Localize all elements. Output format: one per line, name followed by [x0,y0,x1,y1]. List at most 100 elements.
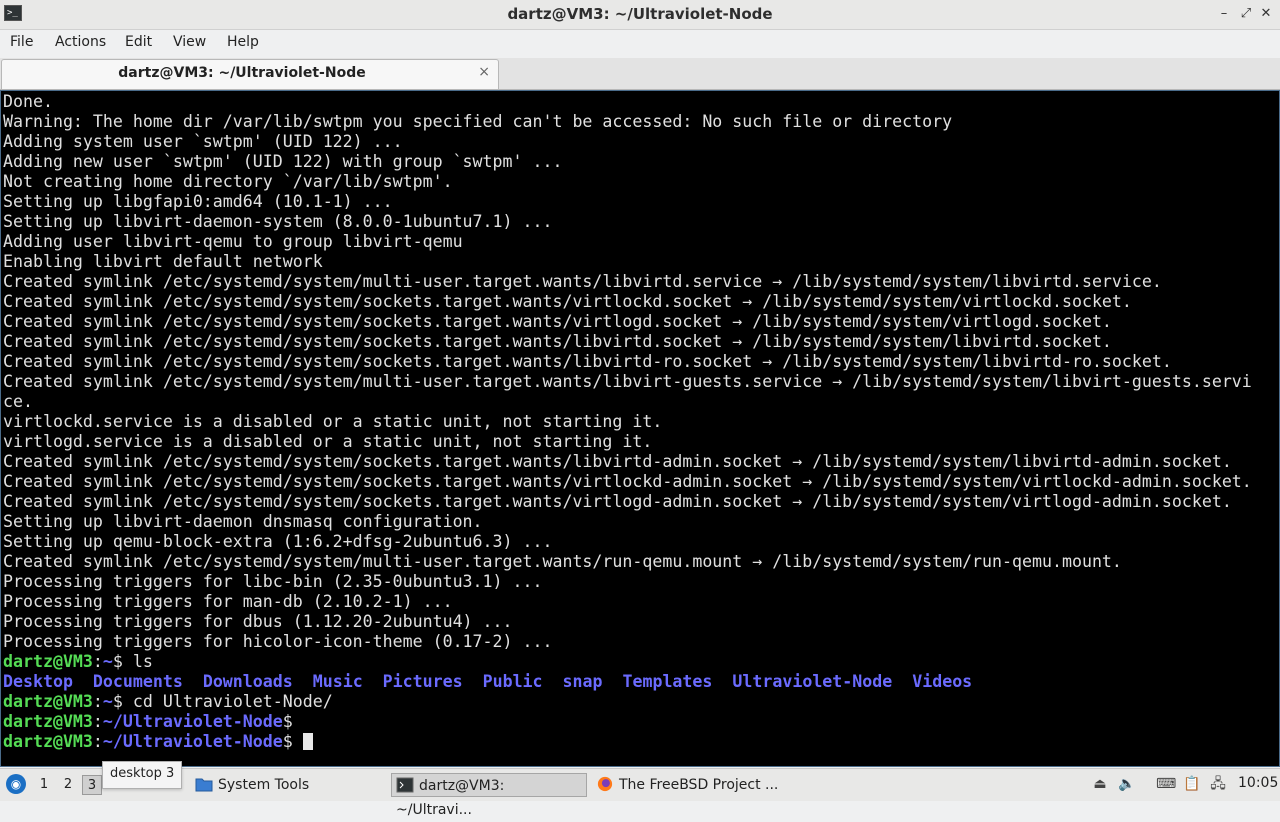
terminal-line: Adding new user `swtpm' (UID 122) with g… [3,152,563,171]
workspace-2[interactable]: 2 [58,775,78,795]
directory-entry: Documents [92,672,183,691]
directory-entry: Music [312,672,363,691]
menu-view[interactable]: View [173,34,206,50]
prompt-command: ls [122,652,153,671]
prompt-path: ~ [102,692,113,711]
terminal-line: Setting up libvirt-daemon-system (8.0.0-… [3,212,553,231]
terminal-line: Created symlink /etc/systemd/system/mult… [3,372,1252,391]
clipboard-icon[interactable]: 📋 [1183,775,1201,793]
prompt-line: dartz@VM3:~/Ultraviolet-Node$ [3,732,1273,752]
prompt-user: dartz@VM3 [3,732,93,751]
terminal-line: Processing triggers for man-db (2.10.2-1… [3,592,453,611]
folder-icon [195,778,213,792]
keyboard-icon[interactable]: ⌨ [1156,775,1176,793]
minimize-icon[interactable]: – [1216,6,1232,22]
workspace-3[interactable]: 3 [82,775,102,795]
tab-bar: dartz@VM3: ~/Ultraviolet-Node × [0,58,1280,90]
terminal-line: Created symlink /etc/systemd/system/sock… [3,472,1252,491]
prompt-command: cd Ultraviolet-Node/ [122,692,333,711]
prompt-separator: : [92,692,103,711]
terminal-line: ce. [3,392,33,411]
start-menu-icon[interactable]: ◉ [6,774,26,794]
prompt-line: dartz@VM3:~$ cd Ultraviolet-Node/ [3,692,1273,712]
prompt-separator: : [92,732,103,751]
prompt-symbol: $ [112,692,123,711]
prompt-line: dartz@VM3:~$ ls [3,652,1273,672]
task-label: The FreeBSD Project ... [619,777,779,793]
menu-actions[interactable]: Actions [55,34,106,50]
prompt-separator: : [92,712,103,731]
workspace-tooltip: desktop 3 [102,761,183,789]
menu-help[interactable]: Help [227,34,259,50]
task-firefox[interactable]: The FreeBSD Project ... [596,773,778,797]
window-title: dartz@VM3: ~/Ultraviolet-Node [507,5,773,23]
directory-entry: Templates [622,672,713,691]
directory-entry: Desktop [3,672,73,691]
terminal-line: Created symlink /etc/systemd/system/mult… [3,272,1162,291]
prompt-command [293,732,303,751]
terminal-line: virtlogd.service is a disabled or a stat… [3,432,653,451]
prompt-path: ~/Ultraviolet-Node [102,712,283,731]
prompt-symbol: $ [112,652,123,671]
terminal-line: Done. [3,92,53,111]
task-terminal[interactable]: dartz@VM3: ~/Ultravi... [391,773,587,818]
taskbar: ◉ 1 2 3 desktop 3 System Tools dartz@VM3… [0,761,1280,818]
terminal-line: Created symlink /etc/systemd/system/mult… [3,552,1122,571]
task-label: System Tools [218,777,310,793]
directory-entry: Downloads [202,672,293,691]
terminal-icon [396,777,414,793]
clock: 10:05 [1238,775,1279,791]
terminal-line: Processing triggers for libc-bin (2.35-0… [3,572,543,591]
terminal-tab[interactable]: dartz@VM3: ~/Ultraviolet-Node × [1,59,499,89]
prompt-path: ~/Ultraviolet-Node [102,732,283,751]
tab-close-icon[interactable]: × [478,64,490,80]
terminal-cursor [302,733,313,750]
ls-output-line: Desktop Documents Downloads Music Pictur… [3,672,1273,692]
terminal-line: Enabling libvirt default network [3,252,323,271]
prompt-symbol: $ [282,712,293,731]
firefox-icon [597,776,613,792]
terminal-line: Processing triggers for hicolor-icon-the… [3,632,553,651]
directory-entry: snap [562,672,603,691]
terminal-line: Created symlink /etc/systemd/system/sock… [3,292,1132,311]
menu-file[interactable]: File [10,34,33,50]
prompt-user: dartz@VM3 [3,652,93,671]
prompt-symbol: $ [282,732,293,751]
terminal-line: Adding user libvirt-qemu to group libvir… [3,232,463,251]
terminal-line: Setting up libvirt-daemon dnsmasq config… [3,512,483,531]
tab-label: dartz@VM3: ~/Ultraviolet-Node [118,65,366,81]
terminal-line: Setting up qemu-block-extra (1:6.2+dfsg-… [3,532,553,551]
prompt-user: dartz@VM3 [3,712,93,731]
directory-entry: Pictures [382,672,463,691]
window-titlebar: >_ dartz@VM3: ~/Ultraviolet-Node – ⤢ ✕ [0,0,1280,30]
prompt-separator: : [92,652,103,671]
terminal-output: Done. Warning: The home dir /var/lib/swtp… [3,92,1273,752]
network-icon[interactable]: 🖧 [1209,775,1227,793]
terminal-view[interactable]: Done. Warning: The home dir /var/lib/swtp… [0,90,1280,767]
terminal-line: Adding system user `swtpm' (UID 122) ... [3,132,403,151]
eject-icon[interactable]: ⏏ [1091,775,1109,793]
volume-icon[interactable]: 🔈 [1118,775,1136,793]
terminal-line: Processing triggers for dbus (1.12.20-2u… [3,612,513,631]
menu-bar: File Actions Edit View Help [0,30,1280,58]
prompt-path: ~ [102,652,113,671]
terminal-line: Created symlink /etc/systemd/system/sock… [3,312,1112,331]
prompt-line: dartz@VM3:~/Ultraviolet-Node$ [3,712,1273,732]
task-system-tools[interactable]: System Tools [195,773,309,797]
workspace-1[interactable]: 1 [34,775,54,795]
terminal-line: Created symlink /etc/systemd/system/sock… [3,332,1112,351]
terminal-line: Warning: The home dir /var/lib/swtpm you… [3,112,953,131]
restore-icon[interactable]: ⤢ [1238,6,1254,22]
directory-entry: Ultraviolet-Node [732,672,893,691]
terminal-line: Created symlink /etc/systemd/system/sock… [3,352,1172,371]
close-icon[interactable]: ✕ [1258,6,1274,22]
directory-entry: Public [482,672,543,691]
terminal-line: virtlockd.service is a disabled or a sta… [3,412,663,431]
terminal-line: Created symlink /etc/systemd/system/sock… [3,492,1232,511]
prompt-user: dartz@VM3 [3,692,93,711]
terminal-line: Setting up libgfapi0:amd64 (10.1-1) ... [3,192,393,211]
directory-entry: Videos [912,672,973,691]
terminal-line: Not creating home directory `/var/lib/sw… [3,172,453,191]
terminal-line: Created symlink /etc/systemd/system/sock… [3,452,1232,471]
menu-edit[interactable]: Edit [125,34,152,50]
